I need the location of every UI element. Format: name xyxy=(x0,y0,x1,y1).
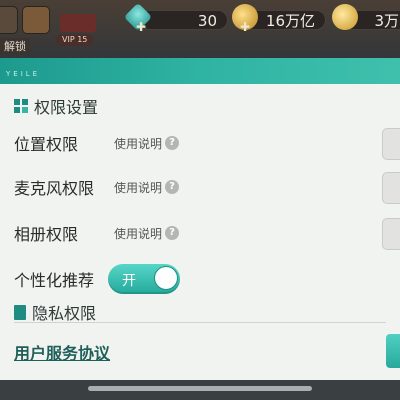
gem-counter: 30 xyxy=(140,10,228,30)
microphone-permission-toggle[interactable] xyxy=(382,172,400,204)
confirm-button[interactable] xyxy=(386,334,400,368)
question-icon: ? xyxy=(165,136,180,150)
question-icon: ? xyxy=(165,180,180,194)
album-permission-label: 相册权限 xyxy=(14,225,79,244)
vip-badge: VIP 15 xyxy=(56,34,94,46)
personalized-recommendation-switch[interactable]: 开 xyxy=(108,264,180,294)
home-indicator[interactable] xyxy=(88,386,312,391)
coin-icon xyxy=(332,4,358,30)
album-permission-toggle[interactable] xyxy=(382,218,400,250)
location-help-link[interactable]: 使用说明 ? xyxy=(114,135,180,152)
switch-knob xyxy=(154,266,178,290)
album-permission-row: 相册权限 使用说明 ? xyxy=(14,218,400,250)
chest-icon[interactable] xyxy=(22,6,50,34)
permissions-title: 权限设置 xyxy=(34,98,99,117)
location-permission-row: 位置权限 使用说明 ? xyxy=(14,128,400,160)
grid-icon xyxy=(14,99,28,113)
privacy-section-title: 隐私权限 xyxy=(14,300,96,324)
brand-label: YEILE xyxy=(6,70,41,78)
location-permission-toggle[interactable] xyxy=(382,128,400,160)
privacy-title: 隐私权限 xyxy=(32,304,97,323)
help-text: 使用说明 xyxy=(114,180,163,195)
unlock-label: 解锁 xyxy=(0,38,30,54)
game-hud: VIP 15 解锁 30 ✚ 16万亿 ✚ 3万 xyxy=(0,0,400,58)
help-text: 使用说明 xyxy=(114,136,163,151)
personalized-recommendation-row: 个性化推荐 xyxy=(14,264,400,294)
permissions-section-title: 权限设置 xyxy=(14,94,98,118)
switch-on-label: 开 xyxy=(122,273,136,289)
microphone-help-link[interactable]: 使用说明 ? xyxy=(114,179,180,196)
microphone-permission-row: 麦克风权限 使用说明 ? xyxy=(14,172,400,204)
add-gems-icon[interactable]: ✚ xyxy=(136,20,146,34)
player-badge xyxy=(60,14,96,32)
album-help-link[interactable]: 使用说明 ? xyxy=(114,225,180,242)
document-icon xyxy=(14,301,29,320)
question-icon: ? xyxy=(165,226,180,240)
microphone-permission-label: 麦克风权限 xyxy=(14,179,95,198)
help-text: 使用说明 xyxy=(114,226,163,241)
add-gold-icon[interactable]: ✚ xyxy=(240,20,250,34)
menu-icon[interactable] xyxy=(0,6,18,34)
personalized-recommendation-label: 个性化推荐 xyxy=(14,271,95,290)
location-permission-label: 位置权限 xyxy=(14,135,79,154)
divider xyxy=(14,322,386,323)
user-agreement-link[interactable]: 用户服务协议 xyxy=(14,340,110,364)
